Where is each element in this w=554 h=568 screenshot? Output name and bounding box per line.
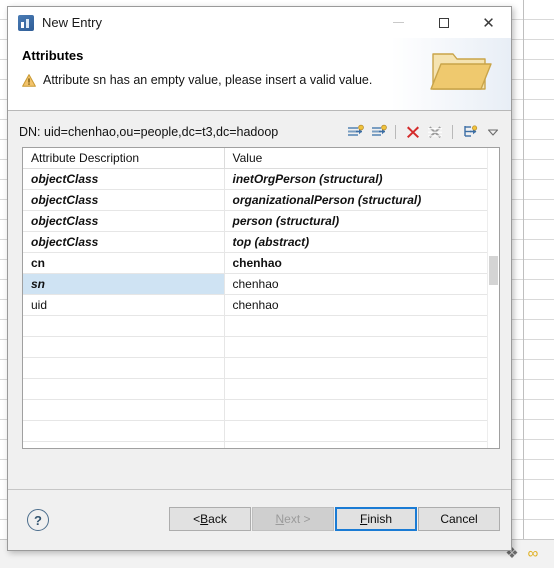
- table-scrollbar-thumb[interactable]: [489, 256, 498, 285]
- view-menu-chevron-icon[interactable]: [483, 122, 502, 141]
- cell-attribute-description[interactable]: [23, 315, 225, 337]
- column-header-value[interactable]: Value: [224, 148, 499, 169]
- cell-attribute-description[interactable]: uid: [23, 294, 225, 316]
- cell-value[interactable]: chenhao: [224, 273, 499, 295]
- expand-all-icon[interactable]: [460, 122, 479, 141]
- dialog-title: New Entry: [42, 15, 102, 30]
- new-value-icon[interactable]: [369, 122, 388, 141]
- wizard-button-group: < Back Next > Finish Cancel: [169, 507, 500, 531]
- cell-attribute-description[interactable]: objectClass: [23, 210, 225, 232]
- table-row[interactable]: cn chenhao: [23, 252, 499, 274]
- cell-attribute-description[interactable]: [23, 357, 225, 379]
- cell-attribute-description[interactable]: [23, 399, 225, 421]
- cell-value[interactable]: top (abstract): [224, 231, 499, 253]
- cell-value[interactable]: organizationalPerson (structural): [224, 189, 499, 211]
- cell-attribute-description[interactable]: objectClass: [23, 231, 225, 253]
- cell-attribute-description[interactable]: [23, 420, 225, 442]
- table-header-row: Attribute Description Value: [23, 148, 499, 169]
- table-row[interactable]: sn chenhao: [23, 273, 499, 295]
- dialog-titlebar[interactable]: New Entry ✕: [8, 7, 511, 38]
- new-entry-dialog: New Entry ✕ Attributes Attribute sn has …: [7, 6, 512, 551]
- cell-value[interactable]: [224, 357, 499, 379]
- table-scrollbar[interactable]: [487, 148, 499, 448]
- table-row[interactable]: [23, 378, 499, 400]
- delete-icon[interactable]: [403, 122, 422, 141]
- link-icon[interactable]: ∞: [524, 545, 542, 563]
- cell-value[interactable]: person (structural): [224, 210, 499, 232]
- minimize-button[interactable]: [376, 7, 421, 38]
- cell-value[interactable]: [224, 441, 499, 448]
- table-row[interactable]: objectClass inetOrgPerson (structural): [23, 168, 499, 190]
- validation-message: Attribute sn has an empty value, please …: [43, 73, 373, 87]
- attributes-table[interactable]: Attribute Description Value objectClass i…: [22, 147, 500, 449]
- cell-attribute-description[interactable]: [23, 378, 225, 400]
- dialog-body: DN: uid=chenhao,ou=people,dc=t3,dc=hadoo…: [8, 111, 511, 489]
- validation-message-row: Attribute sn has an empty value, please …: [22, 73, 372, 87]
- warning-icon: [22, 73, 36, 87]
- back-button[interactable]: < Back: [169, 507, 251, 531]
- next-button: Next >: [252, 507, 334, 531]
- cell-value[interactable]: chenhao: [224, 252, 499, 274]
- maximize-icon: [438, 17, 449, 28]
- dialog-footer: ? < Back Next > Finish Cancel: [8, 489, 511, 550]
- cell-value[interactable]: inetOrgPerson (structural): [224, 168, 499, 190]
- cell-value[interactable]: [224, 336, 499, 358]
- table-row[interactable]: [23, 420, 499, 442]
- table-row[interactable]: [23, 336, 499, 358]
- dn-toolbar-row: DN: uid=chenhao,ou=people,dc=t3,dc=hadoo…: [19, 120, 502, 143]
- cell-value[interactable]: [224, 378, 499, 400]
- cell-attribute-description[interactable]: sn: [23, 273, 225, 295]
- table-row[interactable]: objectClass person (structural): [23, 210, 499, 232]
- ldap-browser-icon: [18, 14, 34, 31]
- desktop-background-left: [0, 0, 7, 568]
- wizard-banner: Attributes Attribute sn has an empty val…: [8, 38, 511, 111]
- cell-value[interactable]: [224, 420, 499, 442]
- delete-all-icon[interactable]: [426, 122, 445, 141]
- cell-value[interactable]: chenhao: [224, 294, 499, 316]
- close-button[interactable]: ✕: [466, 7, 511, 38]
- table-row[interactable]: [23, 441, 499, 448]
- table-body: objectClass inetOrgPerson (structural) obj…: [23, 168, 499, 448]
- table-row[interactable]: uid chenhao: [23, 294, 499, 316]
- table-row[interactable]: [23, 357, 499, 379]
- maximize-button[interactable]: [421, 7, 466, 38]
- cell-attribute-description[interactable]: objectClass: [23, 189, 225, 211]
- minimize-icon: [393, 22, 404, 23]
- finish-button[interactable]: Finish: [335, 507, 417, 531]
- page-title: Attributes: [22, 48, 84, 63]
- table-row[interactable]: objectClass top (abstract): [23, 231, 499, 253]
- dn-label: DN: uid=chenhao,ou=people,dc=t3,dc=hadoo…: [19, 124, 279, 139]
- toolbar-separator-2: [452, 124, 453, 139]
- cell-value[interactable]: [224, 399, 499, 421]
- table-row[interactable]: [23, 315, 499, 337]
- help-button[interactable]: ?: [27, 509, 49, 531]
- close-icon: ✕: [482, 14, 495, 32]
- folder-icon: [427, 42, 495, 98]
- cancel-button[interactable]: Cancel: [418, 507, 500, 531]
- table-row[interactable]: [23, 399, 499, 421]
- cell-attribute-description[interactable]: [23, 336, 225, 358]
- toolbar-separator: [395, 124, 396, 139]
- desktop-grid-divider: [523, 0, 524, 568]
- cell-attribute-description[interactable]: cn: [23, 252, 225, 274]
- cell-value[interactable]: [224, 315, 499, 337]
- column-header-attribute-description[interactable]: Attribute Description: [23, 148, 225, 169]
- cell-attribute-description[interactable]: objectClass: [23, 168, 225, 190]
- cell-attribute-description[interactable]: [23, 441, 225, 448]
- new-attribute-icon[interactable]: [346, 122, 365, 141]
- attribute-toolbar: [346, 122, 502, 141]
- table-row[interactable]: objectClass organizationalPerson (structu…: [23, 189, 499, 211]
